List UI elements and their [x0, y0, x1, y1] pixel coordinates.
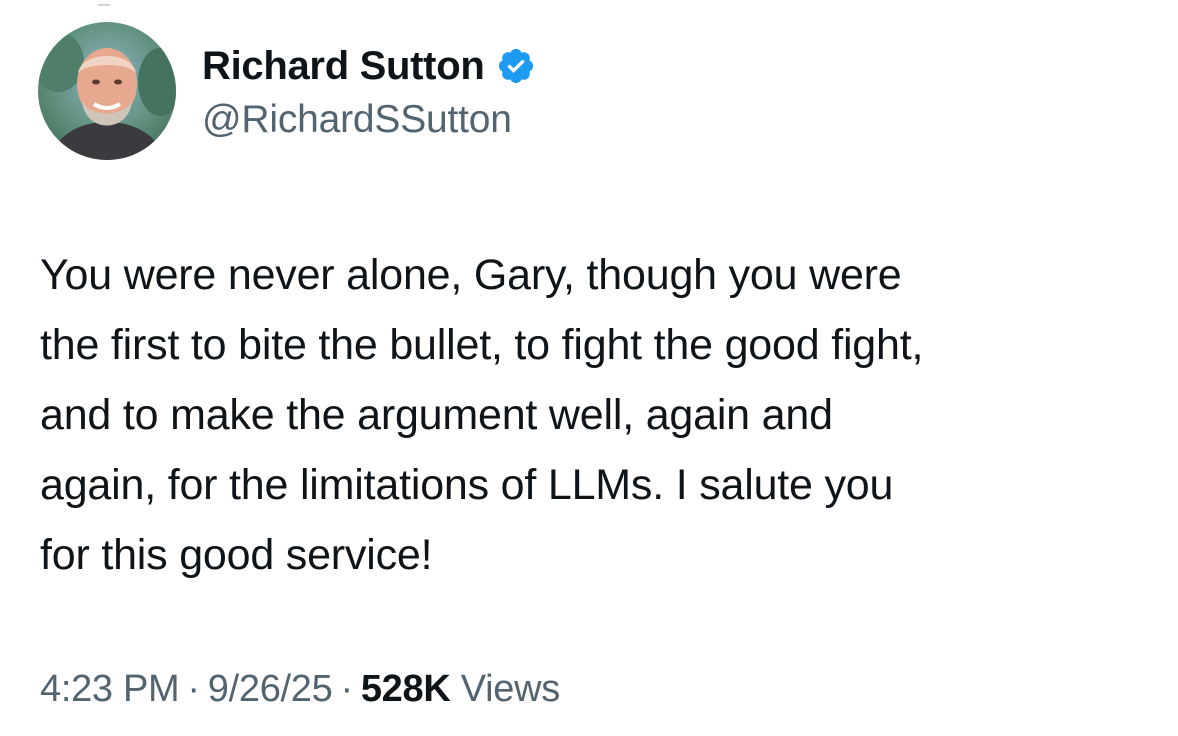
- tweet-card: Richard Sutton @RichardSSutton You were …: [0, 0, 1178, 736]
- display-name[interactable]: Richard Sutton: [202, 44, 485, 89]
- profile-photo-icon: [38, 22, 176, 160]
- verified-badge-icon[interactable]: [496, 46, 536, 86]
- views-count: 528K: [360, 668, 451, 710]
- meta-separator: ·: [187, 668, 200, 710]
- tweet-text-line: You were never alone, Gary, though you w…: [40, 251, 902, 299]
- author-handle[interactable]: @RichardSSutton: [202, 98, 536, 142]
- tweet-header: Richard Sutton @RichardSSutton: [38, 22, 536, 160]
- avatar[interactable]: [38, 22, 176, 160]
- tweet-body: You were never alone, Gary, though you w…: [40, 240, 1160, 590]
- tweet-text-line: the first to bite the bullet, to fight t…: [40, 321, 924, 369]
- tweet-text-line: again, for the limitations of LLMs. I sa…: [40, 461, 894, 509]
- author-identity: Richard Sutton @RichardSSutton: [202, 40, 536, 142]
- tweet-time[interactable]: 4:23 PM: [40, 668, 180, 710]
- tweet-text-line: and to make the argument well, again and: [40, 391, 833, 439]
- tweet-date[interactable]: 9/26/25: [208, 668, 333, 710]
- name-row: Richard Sutton: [202, 40, 536, 92]
- tweet-text-line: for this good service!: [40, 531, 433, 579]
- meta-separator: ·: [340, 668, 353, 710]
- tweet-metadata: 4:23 PM · 9/26/25 · 528K Views: [40, 668, 560, 711]
- top-divider: [98, 4, 110, 6]
- views-label: Views: [460, 668, 560, 710]
